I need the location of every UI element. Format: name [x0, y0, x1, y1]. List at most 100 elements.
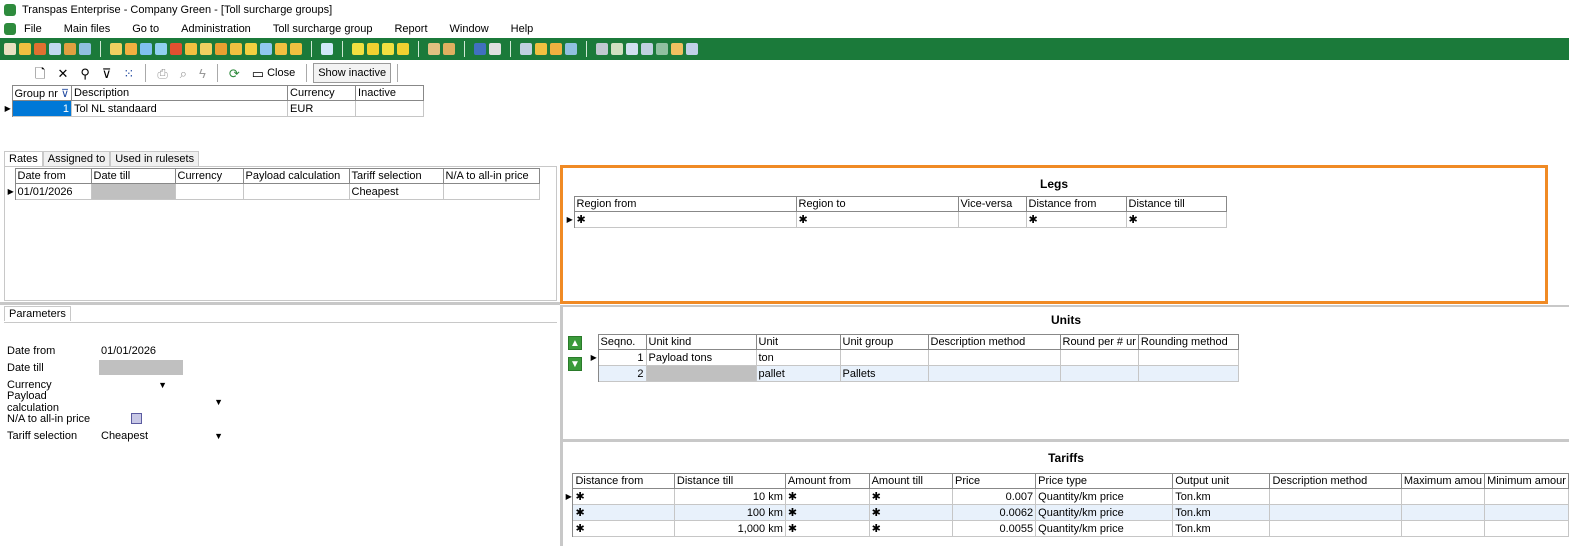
show-inactive-button[interactable]: Show inactive	[313, 63, 392, 83]
print-icon[interactable]: ⎙	[152, 63, 172, 83]
col-group-nr[interactable]: Group nr ⊽	[11, 85, 73, 101]
na-all-in-checkbox[interactable]	[131, 413, 142, 424]
move-up-button[interactable]: ▲	[568, 336, 582, 350]
lightning-icon[interactable]: ϟ	[194, 63, 211, 83]
table-row[interactable]: ▶ 1 Payload tons ton	[590, 349, 1239, 366]
toolbar-icon[interactable]	[382, 43, 394, 55]
toolbar-icon[interactable]	[34, 43, 46, 55]
toolbar-icon[interactable]	[565, 43, 577, 55]
col-description-method[interactable]: Description method	[1269, 473, 1402, 489]
col-distance-till[interactable]: Distance till	[673, 473, 786, 489]
chevron-down-icon[interactable]: ▼	[158, 380, 173, 390]
move-down-button[interactable]: ▼	[568, 357, 582, 371]
chevron-down-icon[interactable]: ▼	[214, 397, 229, 407]
toolbar-icon[interactable]	[260, 43, 272, 55]
col-region-to[interactable]: Region to	[795, 196, 959, 212]
toolbar-icon[interactable]	[215, 43, 227, 55]
col-description-method[interactable]: Description method	[927, 334, 1061, 350]
toolbar-icon[interactable]	[596, 43, 608, 55]
toolbar-icon[interactable]	[19, 43, 31, 55]
splitter[interactable]	[0, 302, 560, 305]
col-inactive[interactable]: Inactive	[355, 85, 425, 101]
chevron-down-icon[interactable]: ▼	[214, 431, 229, 441]
col-output-unit[interactable]: Output unit	[1172, 473, 1271, 489]
col-vice-versa[interactable]: Vice-versa	[957, 196, 1027, 212]
toolbar-icon[interactable]	[64, 43, 76, 55]
col-amount-till[interactable]: Amount till	[868, 473, 954, 489]
toolbar-icon[interactable]	[520, 43, 532, 55]
col-payload-calculation[interactable]: Payload calculation	[242, 168, 350, 184]
app-menu-icon[interactable]	[4, 22, 16, 35]
currency-select[interactable]: ▼	[99, 377, 173, 392]
col-unit[interactable]: Unit	[755, 334, 841, 350]
binoculars-icon[interactable]: ⚲	[75, 63, 95, 83]
payload-select[interactable]: ▼	[99, 394, 229, 409]
col-na-all-in[interactable]: N/A to all-in price	[442, 168, 540, 184]
toolbar-icon[interactable]	[275, 43, 287, 55]
arrow-up-icon[interactable]: ▲	[568, 336, 582, 350]
toolbar-icon[interactable]	[245, 43, 257, 55]
menu-go-to[interactable]: Go to	[132, 23, 159, 35]
toolbar-icon[interactable]	[535, 43, 547, 55]
col-maximum-amount[interactable]: Maximum amou	[1400, 473, 1486, 489]
menu-administration[interactable]: Administration	[181, 23, 251, 35]
menu-window[interactable]: Window	[450, 23, 489, 35]
toolbar-icon[interactable]	[367, 43, 379, 55]
col-currency[interactable]: Currency	[174, 168, 244, 184]
menu-report[interactable]: Report	[394, 23, 427, 35]
toolbar-icon[interactable]	[641, 43, 653, 55]
toolbar-icon[interactable]	[155, 43, 167, 55]
col-distance-from[interactable]: Distance from	[1025, 196, 1127, 212]
toolbar-icon[interactable]	[140, 43, 152, 55]
filter-icon[interactable]: ⊽	[97, 63, 117, 83]
menu-help[interactable]: Help	[511, 23, 534, 35]
toolbar-icon[interactable]	[49, 43, 61, 55]
col-amount-from[interactable]: Amount from	[784, 473, 870, 489]
toolbar-icon[interactable]	[125, 43, 137, 55]
col-rounding-method[interactable]: Rounding method	[1137, 334, 1239, 350]
col-date-till[interactable]: Date till	[90, 168, 176, 184]
col-unit-group[interactable]: Unit group	[839, 334, 929, 350]
table-row[interactable]: ✱ 100 km ✱ ✱ 0.0062 Quantity/km price To…	[565, 504, 1569, 521]
menu-main-files[interactable]: Main files	[64, 23, 110, 35]
col-region-from[interactable]: Region from	[573, 196, 797, 212]
preview-icon[interactable]: ⌕	[175, 63, 192, 83]
toolbar-icon[interactable]	[352, 43, 364, 55]
toolbar-icon[interactable]	[397, 43, 409, 55]
toolbar-icon[interactable]	[79, 43, 91, 55]
toolbar-icon[interactable]	[656, 43, 668, 55]
toolbar-icon[interactable]	[170, 43, 182, 55]
toolbar-icon[interactable]	[230, 43, 242, 55]
col-seqno[interactable]: Seqno.	[597, 334, 647, 350]
col-distance-till[interactable]: Distance till	[1125, 196, 1227, 212]
toolbar-icon[interactable]	[290, 43, 302, 55]
toolbar-icon[interactable]	[200, 43, 212, 55]
toolbar-icon[interactable]	[443, 43, 455, 55]
toolbar-icon[interactable]	[474, 43, 486, 55]
toolbar-icon[interactable]	[550, 43, 562, 55]
arrow-down-icon[interactable]: ▼	[568, 357, 582, 371]
col-distance-from[interactable]: Distance from	[572, 473, 675, 489]
tariff-selection-select[interactable]: Cheapest ▼	[99, 428, 229, 443]
col-round-per[interactable]: Round per # ur	[1059, 334, 1139, 350]
date-from-field[interactable]: 01/01/2026	[99, 343, 183, 358]
tab-rates[interactable]: Rates	[4, 151, 43, 166]
menu-file[interactable]: File	[24, 23, 42, 35]
col-price[interactable]: Price	[952, 473, 1037, 489]
table-row[interactable]: 2 pallet Pallets	[590, 365, 1239, 382]
col-date-from[interactable]: Date from	[14, 168, 92, 184]
new-icon[interactable]: 🗋	[30, 63, 50, 83]
toolbar-icon[interactable]	[4, 43, 16, 55]
tab-parameters[interactable]: Parameters	[4, 306, 71, 321]
table-row[interactable]: ▶ 01/01/2026 Cheapest	[7, 183, 540, 200]
toolbar-icon[interactable]	[185, 43, 197, 55]
tab-used-in-rulesets[interactable]: Used in rulesets	[110, 151, 200, 166]
col-minimum-amount[interactable]: Minimum amour	[1484, 473, 1569, 489]
close-button[interactable]: ▭ Close	[247, 63, 300, 83]
col-description[interactable]: Description	[71, 85, 289, 101]
toolbar-icon[interactable]	[321, 43, 333, 55]
col-price-type[interactable]: Price type	[1035, 473, 1174, 489]
new-row[interactable]: ▶ ✱ ✱ ✱ ✱	[566, 211, 1227, 228]
toolbar-icon[interactable]	[686, 43, 698, 55]
toolbar-icon[interactable]	[110, 43, 122, 55]
